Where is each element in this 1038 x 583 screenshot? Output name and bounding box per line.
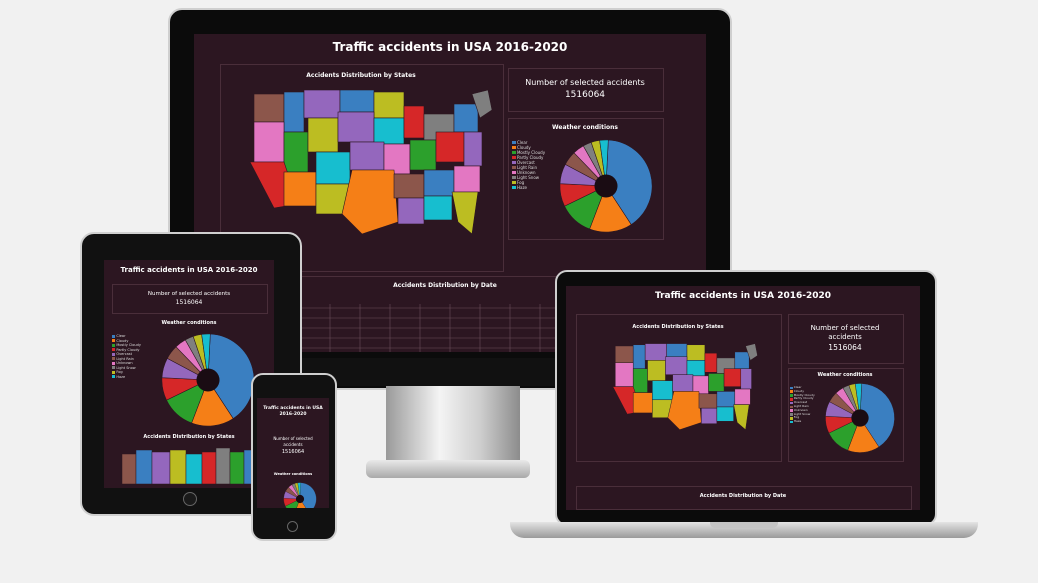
legend-swatch [790, 420, 793, 424]
legend-swatch [790, 413, 793, 416]
legend-swatch [790, 397, 793, 401]
laptop-count-title-1: Number of selected [810, 324, 880, 332]
tablet-map-title: Accidents Distribution by States [143, 434, 235, 440]
legend-swatch [790, 401, 793, 405]
laptop-map-title: Accidents Distribution by States [632, 324, 724, 330]
phone-count-value: 1516064 [281, 449, 305, 455]
legend-item[interactable]: Haze [112, 375, 141, 380]
monitor-stand-base [366, 460, 530, 478]
legend-swatch [512, 165, 516, 170]
page-title: Traffic accidents in USA 2016-2020 [332, 40, 568, 54]
legend-swatch [512, 155, 516, 160]
legend-swatch [512, 145, 516, 150]
laptop-trackpad-notch [710, 522, 778, 528]
legend-swatch [790, 390, 793, 394]
tablet-usa-map [121, 447, 259, 485]
legend-swatch [512, 150, 516, 155]
phone-count-title-2: accidents [283, 442, 303, 447]
laptop-date-title: Accidents Distribution by Date [699, 493, 787, 499]
tablet-weather-pie [161, 333, 255, 427]
legend-swatch [790, 416, 793, 420]
laptop-weather-legend: Clear Cloudy Mostly Cloudy Partly Cloudy Ove… [790, 385, 815, 424]
laptop-usa-map [612, 343, 758, 431]
legend-swatch [512, 170, 516, 175]
phone-count-title-1: Number of selected [273, 436, 313, 441]
weather-legend: Clear Cloudy Mostly Cloudy Partly Cloudy Ove… [512, 140, 545, 190]
tablet-title: Traffic accidents in USA 2016-2020 [120, 266, 258, 274]
legend-swatch [512, 185, 516, 190]
legend-swatch [112, 348, 116, 352]
count-value: 1516064 [564, 90, 606, 100]
legend-swatch [112, 352, 116, 356]
legend-swatch [112, 357, 116, 361]
legend-item[interactable]: Haze [790, 419, 815, 424]
pie-hole [594, 174, 618, 198]
legend-swatch [112, 370, 116, 374]
legend-swatch [512, 180, 516, 185]
laptop-screen: Traffic accidents in USA 2016-2020 Accid… [566, 286, 920, 510]
legend-swatch [790, 405, 793, 409]
legend-swatch [112, 343, 116, 347]
legend-swatch [112, 366, 116, 370]
tablet-screen: Traffic accidents in USA 2016-2020 Numbe… [104, 260, 274, 488]
monitor-stand-neck [386, 386, 520, 466]
pie-hole [295, 494, 305, 504]
legend-swatch [512, 175, 516, 180]
legend-item[interactable]: Haze [512, 185, 545, 190]
phone-title-2: 2016-2020 [279, 412, 307, 417]
pie-hole [851, 409, 869, 427]
pie-hole [196, 368, 220, 392]
legend-swatch [112, 361, 116, 365]
legend-swatch [112, 375, 116, 379]
map-title: Accidents Distribution by States [306, 72, 416, 79]
tablet-count-title: Number of selected accidents [147, 291, 231, 297]
legend-swatch [790, 394, 793, 397]
laptop-title: Traffic accidents in USA 2016-2020 [654, 291, 832, 301]
legend-label: Haze [516, 185, 528, 190]
laptop-count-value: 1516064 [828, 343, 862, 352]
laptop-weather-pie [825, 383, 895, 453]
legend-swatch [790, 386, 793, 390]
weather-title: Weather conditions [552, 124, 618, 131]
tablet-weather-title: Weather conditions [161, 320, 217, 326]
legend-swatch [790, 409, 793, 413]
tablet-home-button [183, 492, 197, 506]
phone-weather-title: Weather conditions [273, 472, 313, 476]
tablet-count-value: 1516064 [175, 299, 203, 306]
count-title: Number of selected accidents [525, 78, 645, 87]
legend-label: Haze [793, 419, 802, 424]
legend-label: Haze [116, 374, 126, 379]
phone-weather-pie [283, 482, 317, 508]
laptop-count-title-2: accidents [828, 333, 862, 341]
laptop-weather-title: Weather conditions [817, 372, 873, 378]
phone-home-button [287, 521, 298, 532]
phone-screen: Traffic accidents in USA 2016-2020 Numbe… [257, 398, 329, 508]
legend-swatch [512, 160, 516, 165]
weather-pie [559, 139, 653, 233]
tablet-weather-legend: Clear Cloudy Mostly Cloudy Partly Cloudy Ove… [112, 334, 141, 379]
legend-swatch [512, 140, 516, 145]
legend-swatch [112, 334, 116, 338]
phone-title-1: Traffic accidents in USA [263, 406, 323, 411]
legend-swatch [112, 339, 116, 343]
